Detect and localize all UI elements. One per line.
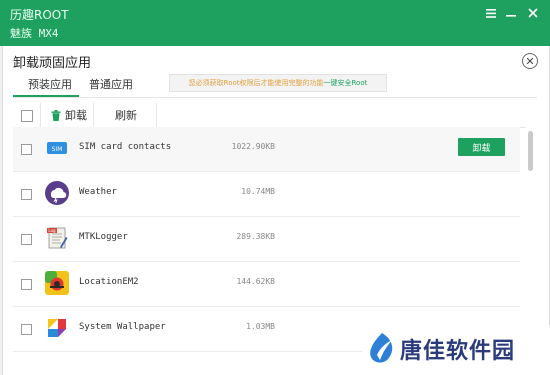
uninstall-toolbar-label: 卸载 <box>65 109 87 122</box>
app-name: System Wallpaper <box>79 322 166 332</box>
app-row-mtklogger[interactable]: Log MTKLogger 289.38KB <box>13 217 520 262</box>
row-checkbox[interactable] <box>21 279 32 290</box>
list-toolbar: 卸载 刷新 <box>13 103 526 128</box>
app-size: 144.62KB <box>236 277 275 286</box>
tab-normal-apps[interactable]: 普通应用 <box>89 76 133 92</box>
refresh-label: 刷新 <box>115 109 137 122</box>
row-checkbox[interactable] <box>21 234 32 245</box>
app-size: 10.74MB <box>241 187 275 196</box>
device-name: 魅族 MX4 <box>10 27 59 40</box>
panel-title: 卸载顽固应用 <box>13 56 92 71</box>
toolbar-divider <box>40 103 41 127</box>
root-notice-text: 您必须获取Root权限后才能使用完整的功能 <box>188 79 324 87</box>
tab-preinstalled[interactable]: 预装应用 <box>28 76 72 92</box>
log-icon: Log <box>47 227 68 249</box>
minimize-button[interactable] <box>501 4 521 22</box>
uninstall-toolbar-button[interactable]: 卸载 <box>51 106 87 124</box>
weather-icon <box>45 181 69 205</box>
menu-icon <box>486 8 496 18</box>
svg-text:SIM: SIM <box>52 146 63 153</box>
row-checkbox[interactable] <box>21 144 32 155</box>
location-icon <box>45 271 69 295</box>
wallpaper-icon <box>48 319 66 337</box>
row-uninstall-button[interactable]: 卸载 <box>458 138 505 156</box>
app-row-locationem2[interactable]: LocationEM2 144.62KB <box>13 262 520 307</box>
app-name: LocationEM2 <box>79 277 139 287</box>
close-icon <box>528 8 538 18</box>
watermark: 唐佳软件园 <box>362 325 550 375</box>
app-size: 289.38KB <box>236 232 275 241</box>
sim-icon: SIM <box>47 142 67 154</box>
row-checkbox[interactable] <box>21 189 32 200</box>
root-notice: 您必须获取Root权限后才能使用完整的功能一键安全Root <box>169 74 387 92</box>
toolbar-divider <box>156 103 157 127</box>
app-size: 1022.90KB <box>231 142 275 151</box>
watermark-logo-icon <box>370 333 393 363</box>
tabs-divider <box>13 97 537 98</box>
app-window: 历趣ROOT 魅族 MX4 卸载顽固应用 ✕ 预装应用 普通应用 您必须获取Ro… <box>0 0 550 375</box>
trash-icon <box>51 109 61 121</box>
app-name: MTKLogger <box>79 232 128 242</box>
scroll-thumb[interactable] <box>528 131 533 171</box>
app-name: Weather <box>79 187 117 197</box>
root-notice-link[interactable]: 一键安全Root <box>324 79 368 87</box>
svg-text:Log: Log <box>48 228 56 233</box>
title-bar: 历趣ROOT 魅族 MX4 <box>0 0 550 46</box>
app-row-sim-contacts[interactable]: SIM SIM card contacts 1022.90KB 卸载 <box>13 127 520 172</box>
row-checkbox[interactable] <box>21 324 32 335</box>
close-circle-icon: ✕ <box>525 54 535 68</box>
minimize-icon <box>506 14 516 17</box>
toolbar-divider <box>93 103 94 127</box>
panel-close-button[interactable]: ✕ <box>522 53 538 69</box>
app-row-weather[interactable]: Weather 10.74MB <box>13 172 520 217</box>
app-title: 历趣ROOT <box>10 8 69 22</box>
app-size: 1.03MB <box>246 322 275 331</box>
close-window-button[interactable] <box>523 4 543 22</box>
menu-button[interactable] <box>481 4 501 22</box>
select-all-checkbox[interactable] <box>21 110 33 122</box>
watermark-text: 唐佳软件园 <box>400 339 516 364</box>
app-name: SIM card contacts <box>79 142 172 152</box>
refresh-button[interactable]: 刷新 <box>115 106 137 124</box>
